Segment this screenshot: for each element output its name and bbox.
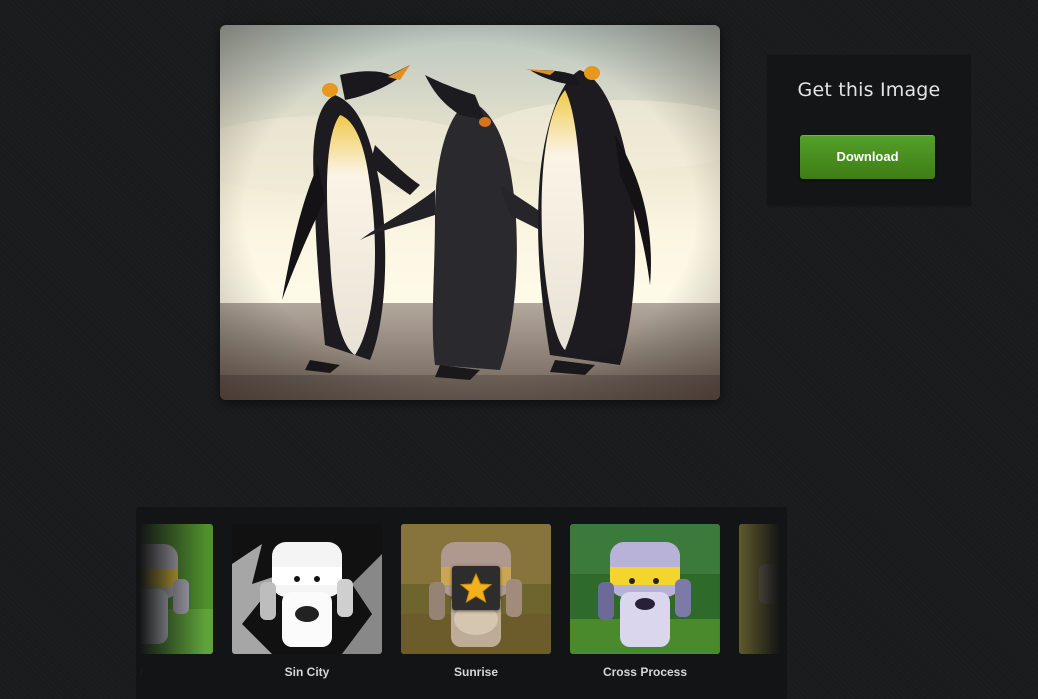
android-toy-image xyxy=(136,524,213,654)
android-toy-image xyxy=(570,524,720,654)
filter-item[interactable]: ty xyxy=(136,524,213,679)
filter-label: Sin City xyxy=(284,665,330,679)
filter-thumbnail[interactable] xyxy=(739,524,787,654)
filter-item-sin-city[interactable]: Sin City xyxy=(232,524,382,679)
get-image-panel: Get this Image Download xyxy=(766,54,972,207)
download-button[interactable]: Download xyxy=(800,135,935,179)
filter-item-sunrise[interactable]: Sunrise xyxy=(401,524,551,679)
filter-item[interactable] xyxy=(739,524,787,665)
filter-item-cross-process[interactable]: Cross Process xyxy=(570,524,720,679)
main-photo xyxy=(220,25,720,400)
penguins-image xyxy=(220,25,720,400)
filter-label: ty xyxy=(136,665,144,679)
selected-badge xyxy=(452,566,500,610)
filter-thumbnail[interactable] xyxy=(232,524,382,654)
android-toy-image xyxy=(739,524,787,654)
android-toy-image xyxy=(232,524,382,654)
filter-label: Cross Process xyxy=(602,665,688,679)
filter-strip: ty Sin City xyxy=(136,507,787,699)
star-icon xyxy=(459,572,493,604)
filter-label: Sunrise xyxy=(453,665,498,679)
filter-thumbnail[interactable] xyxy=(401,524,551,654)
filter-thumbnail[interactable] xyxy=(570,524,720,654)
filter-thumbnail[interactable] xyxy=(136,524,213,654)
get-image-title: Get this Image xyxy=(797,79,941,101)
